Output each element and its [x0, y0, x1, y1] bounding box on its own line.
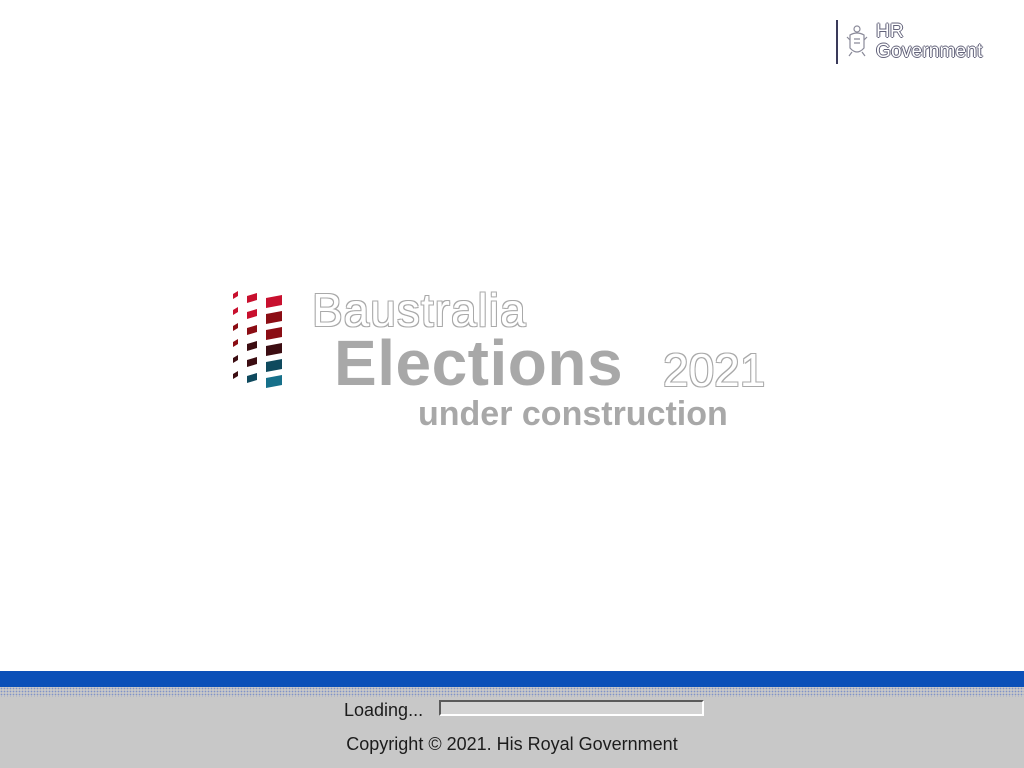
footer-dither [0, 687, 1024, 697]
brand-year: 2021 [663, 344, 766, 396]
copyright-text: Copyright © 2021. His Royal Government [346, 734, 678, 754]
ballot-tile [266, 359, 282, 372]
ballot-tile [247, 357, 257, 367]
ballot-tile [247, 293, 257, 303]
ballot-tile [233, 323, 238, 331]
footer-accent-band [0, 671, 1024, 687]
ballot-tile [247, 309, 257, 319]
logo-text-line1: HR [876, 21, 904, 42]
government-logo: HR Government [836, 18, 1006, 66]
ballot-tile [233, 307, 238, 315]
loading-label: Loading... [344, 700, 424, 720]
ballot-grid-icon [233, 291, 282, 388]
ballot-tile [266, 295, 282, 308]
ballot-tile [266, 327, 282, 340]
loading-progress-bar [439, 700, 704, 716]
logo-text-line2: Government [876, 41, 983, 62]
brand-subtitle: under construction [418, 395, 728, 433]
ballot-tile [233, 371, 238, 379]
ballot-tile [247, 373, 257, 383]
brand-title: Elections [334, 327, 624, 399]
elections-logo: Baustralia Elections 2021 under construc… [230, 285, 790, 445]
ballot-tile [233, 291, 238, 299]
crest-icon [846, 25, 868, 57]
logo-divider [836, 20, 838, 64]
ballot-tile [266, 375, 282, 388]
ballot-tile [266, 343, 282, 356]
ballot-tile [233, 339, 238, 347]
ballot-tile [247, 341, 257, 351]
ballot-tile [266, 311, 282, 324]
ballot-tile [247, 325, 257, 335]
ballot-tile [233, 355, 238, 363]
